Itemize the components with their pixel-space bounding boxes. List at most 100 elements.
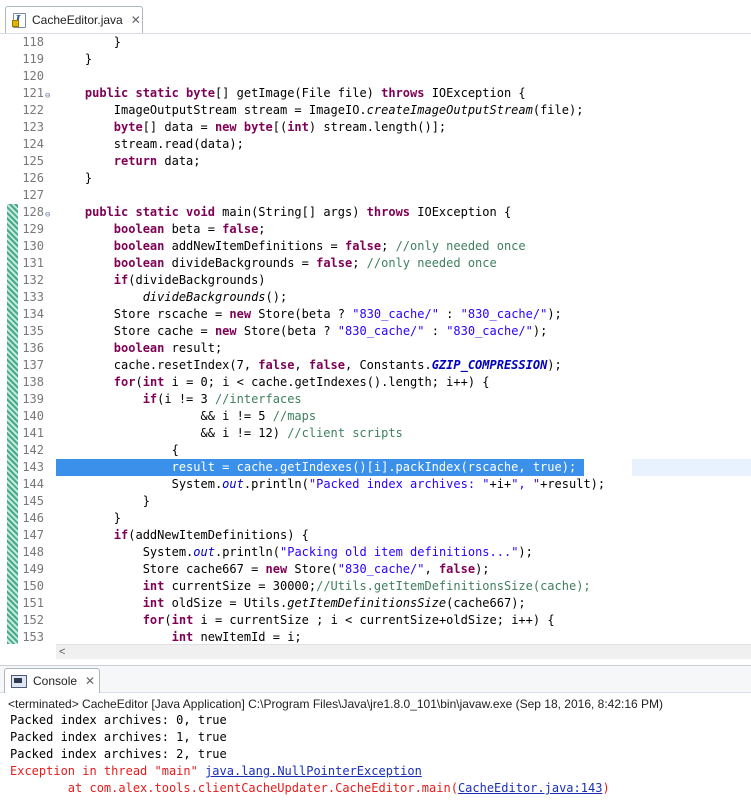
code-text: byte[] data = new byte[(int) stream.leng… — [56, 119, 446, 136]
code-line[interactable]: 139 if(i != 3 //interfaces — [0, 391, 751, 408]
code-token: IOException { — [424, 86, 526, 100]
console-text: Packed index archives: 0, true — [10, 713, 227, 727]
line-number: 147 — [22, 528, 44, 542]
code-text: cache.resetIndex(7, false, false, Consta… — [56, 357, 562, 374]
code-line[interactable]: 141 && i != 12) //client scripts — [0, 425, 751, 442]
console-link[interactable]: CacheEditor.java:143 — [458, 781, 603, 795]
line-number: 144 — [22, 477, 44, 491]
scroll-left-icon[interactable]: < — [59, 645, 65, 659]
code-line-highlighted[interactable]: 143 result = cache.getIndexes()[i].packI… — [0, 459, 751, 476]
line-number: 129 — [22, 222, 44, 236]
code-line[interactable]: 134 Store rscache = new Store(beta ? "83… — [0, 306, 751, 323]
code-token: Store(beta ? — [236, 324, 338, 338]
line-number: 124 — [22, 137, 44, 151]
code-token: Store(beta ? — [251, 307, 353, 321]
code-text: boolean divideBackgrounds = false; //onl… — [56, 255, 497, 272]
tab-cacheeditor-java[interactable]: J CacheEditor.java ✕ — [5, 6, 143, 33]
code-token: , — [294, 358, 309, 372]
editor-tab-bar: J CacheEditor.java ✕ — [0, 0, 751, 34]
code-token: [] getImage(File file) — [214, 86, 382, 100]
code-line[interactable]: 147 if(addNewItemDefinitions) { — [0, 527, 751, 544]
code-token: GZIP_COMPRESSION — [431, 358, 548, 372]
code-line[interactable]: 142 { — [0, 442, 751, 459]
code-line[interactable]: 132 if(divideBackgrounds) — [0, 272, 751, 289]
code-line[interactable]: 138 for(int i = 0; i < cache.getIndexes(… — [0, 374, 751, 391]
code-line[interactable]: 131 boolean divideBackgrounds = false; /… — [0, 255, 751, 272]
code-line[interactable]: 148 System.out.println("Packing old item… — [0, 544, 751, 561]
code-text: if(addNewItemDefinitions) { — [56, 527, 309, 544]
code-line[interactable]: 151 int oldSize = Utils.getItemDefinitio… — [0, 595, 751, 612]
code-line[interactable]: 122 ImageOutputStream stream = ImageIO.c… — [0, 102, 751, 119]
code-line[interactable]: 126 } — [0, 170, 751, 187]
code-line[interactable]: 153 int newItemId = i; — [0, 629, 751, 644]
code-text: public static byte[] getImage(File file)… — [56, 85, 526, 102]
code-text: int oldSize = Utils.getItemDefinitionsSi… — [56, 595, 526, 612]
code-token: newItemId = i; — [193, 630, 302, 644]
code-token: boolean — [113, 239, 165, 253]
line-number: 133 — [22, 290, 44, 304]
code-text: Store rscache = new Store(beta ? "830_ca… — [56, 306, 562, 323]
code-line[interactable]: 149 Store cache667 = new Store("830_cach… — [0, 561, 751, 578]
console-link[interactable]: java.lang.NullPointerException — [205, 764, 422, 778]
code-line[interactable]: 123 byte[] data = new byte[(int) stream.… — [0, 119, 751, 136]
code-line[interactable]: 146 } — [0, 510, 751, 527]
code-line[interactable]: 135 Store cache = new Store(beta ? "830_… — [0, 323, 751, 340]
code-line[interactable]: 128 ⊖ public static void main(String[] ar… — [0, 204, 751, 221]
code-line[interactable]: 152 for(int i = currentSize ; i < curren… — [0, 612, 751, 629]
close-icon[interactable]: ✕ — [85, 674, 95, 688]
code-text: } — [56, 34, 121, 51]
code-line[interactable]: 130 boolean addNewItemDefinitions = fals… — [0, 238, 751, 255]
code-token: main(String[] args) — [214, 205, 367, 219]
code-line[interactable]: 119 } — [0, 51, 751, 68]
code-token: IOException { — [410, 205, 512, 219]
code-token: new — [229, 307, 252, 321]
code-line[interactable]: 133 divideBackgrounds(); — [0, 289, 751, 306]
console-line: Packed index archives: 0, true — [0, 712, 751, 729]
code-line[interactable]: 136 boolean result; — [0, 340, 751, 357]
line-number: 151 — [22, 596, 44, 610]
console-line: Packed index archives: 2, true — [0, 746, 751, 763]
code-text: ImageOutputStream stream = ImageIO.creat… — [56, 102, 584, 119]
code-line[interactable]: 144 System.out.println("Packed index arc… — [0, 476, 751, 493]
code-token: boolean — [113, 341, 165, 355]
code-line[interactable]: 127 — [0, 187, 751, 204]
code-line[interactable]: 118 } — [0, 34, 751, 51]
code-token: (i != 3 — [157, 392, 215, 406]
code-token: divideBackgrounds — [142, 290, 266, 304]
tab-label: CacheEditor.java — [32, 13, 123, 27]
code-token: "830_cache/" — [446, 324, 533, 338]
code-line[interactable]: 150 int currentSize = 30000;//Utils.getI… — [0, 578, 751, 595]
tab-console[interactable]: Console ✕ — [4, 668, 100, 693]
horizontal-scrollbar[interactable]: < — [56, 644, 751, 659]
line-number: 120 — [22, 69, 44, 83]
code-token: currentSize = 30000; — [164, 579, 317, 593]
code-token: if — [142, 392, 158, 406]
line-number: 137 — [22, 358, 44, 372]
code-area[interactable]: 118 } 119 } 120 121 ⊖ public static byte[] g… — [0, 34, 751, 644]
code-token: createImageOutputStream — [366, 103, 533, 117]
code-line[interactable]: 121 ⊖ public static byte[] getImage(File … — [0, 85, 751, 102]
code-text: && i != 12) //client scripts — [56, 425, 402, 442]
code-token: (addNewItemDefinitions) { — [128, 528, 309, 542]
line-number: 143 — [22, 460, 44, 474]
code-text: int newItemId = i; — [56, 629, 302, 644]
console-output[interactable]: Packed index archives: 0, true Packed ind… — [0, 712, 751, 797]
code-line[interactable]: 125 return data; — [0, 153, 751, 170]
code-token: : — [424, 324, 447, 338]
code-line[interactable]: 140 && i != 5 //maps — [0, 408, 751, 425]
code-line[interactable]: 145 } — [0, 493, 751, 510]
code-line[interactable]: 137 cache.resetIndex(7, false, false, Co… — [0, 357, 751, 374]
code-token: System. — [56, 477, 223, 491]
close-icon[interactable]: ✕ — [131, 13, 141, 27]
code-line[interactable]: 120 — [0, 68, 751, 85]
code-line[interactable]: 129 boolean beta = false; — [0, 221, 751, 238]
code-line[interactable]: 124 stream.read(data); — [0, 136, 751, 153]
code-text: for(int i = currentSize ; i < currentSiz… — [56, 612, 555, 629]
code-text: for(int i = 0; i < cache.getIndexes().le… — [56, 374, 490, 391]
code-text: System.out.println("Packed index archive… — [56, 476, 606, 493]
console-text: Exception in thread "main" — [10, 764, 206, 778]
